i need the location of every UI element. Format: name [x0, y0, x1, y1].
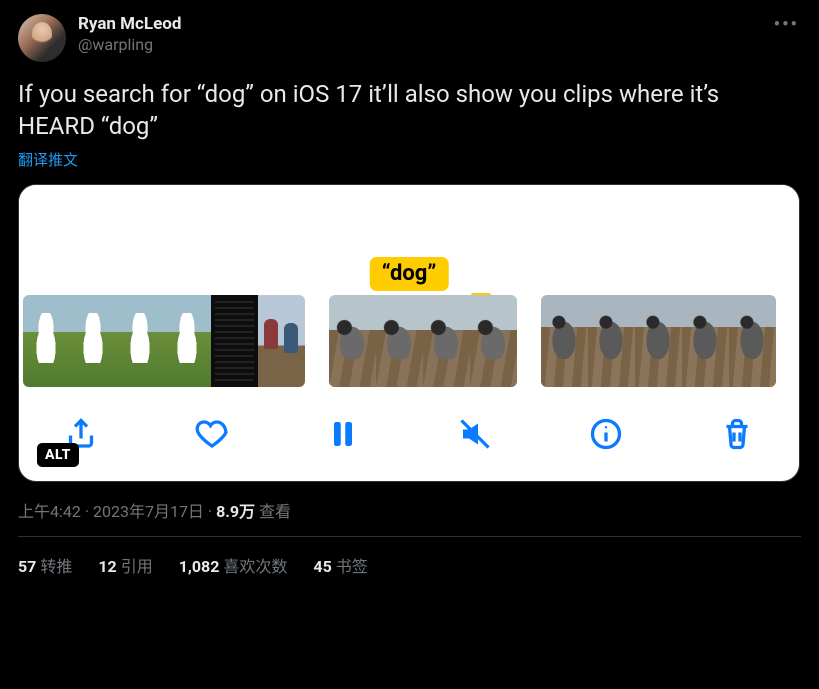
clip-frame	[635, 295, 682, 387]
quotes-stat[interactable]: 12引用	[98, 553, 152, 577]
clip-frame	[729, 295, 776, 387]
meta-date[interactable]: 2023年7月17日	[93, 502, 204, 521]
clip-frame	[541, 295, 588, 387]
clip-frame	[117, 295, 164, 387]
heart-icon[interactable]	[194, 416, 230, 452]
clip-frame	[211, 295, 258, 387]
translate-link[interactable]: 翻译推文	[18, 149, 801, 170]
video-timeline[interactable]	[19, 295, 799, 387]
info-icon[interactable]	[588, 416, 624, 452]
clip-frame	[258, 295, 305, 387]
clip-frame	[470, 295, 517, 387]
clip-frame	[682, 295, 729, 387]
stats-row: 57转推 12引用 1,082喜欢次数 45书签	[18, 537, 801, 577]
author-block[interactable]: Ryan McLeod @warpling	[78, 14, 181, 55]
likes-stat[interactable]: 1,082喜欢次数	[179, 553, 288, 577]
tweet-meta: 上午4:42 · 2023年7月17日 · 8.9万 查看	[18, 498, 801, 522]
clip-frame	[23, 295, 70, 387]
clip-frame	[423, 295, 470, 387]
clip-frame	[376, 295, 423, 387]
media-toolbar	[19, 387, 799, 481]
clip-frame	[70, 295, 117, 387]
tweet-text: If you search for “dog” on iOS 17 it’ll …	[18, 78, 801, 143]
handle: @warpling	[78, 35, 181, 55]
clip-group[interactable]	[329, 295, 517, 387]
pause-icon[interactable]	[325, 416, 361, 452]
clip-frame	[588, 295, 635, 387]
meta-time[interactable]: 上午4:42	[18, 502, 81, 521]
trash-icon[interactable]	[719, 416, 755, 452]
media-header-area: “dog”	[19, 185, 799, 295]
more-icon[interactable]: •••	[774, 14, 799, 35]
views-label: 查看	[255, 502, 291, 521]
speaker-muted-icon[interactable]	[457, 416, 493, 452]
avatar[interactable]	[18, 14, 66, 62]
display-name: Ryan McLeod	[78, 14, 181, 35]
clip-group[interactable]	[541, 295, 776, 387]
views-count: 8.9万	[216, 502, 255, 521]
clip-group[interactable]	[23, 295, 305, 387]
retweets-stat[interactable]: 57转推	[18, 553, 72, 577]
alt-badge[interactable]: ALT	[37, 443, 79, 467]
search-match-tag: “dog”	[370, 257, 449, 291]
clip-frame	[164, 295, 211, 387]
bookmarks-stat[interactable]: 45书签	[313, 553, 367, 577]
tweet-header: Ryan McLeod @warpling •••	[18, 14, 801, 62]
clip-frame	[329, 295, 376, 387]
tweet-container: Ryan McLeod @warpling ••• If you search …	[0, 0, 819, 577]
media-card[interactable]: “dog”	[18, 184, 800, 482]
